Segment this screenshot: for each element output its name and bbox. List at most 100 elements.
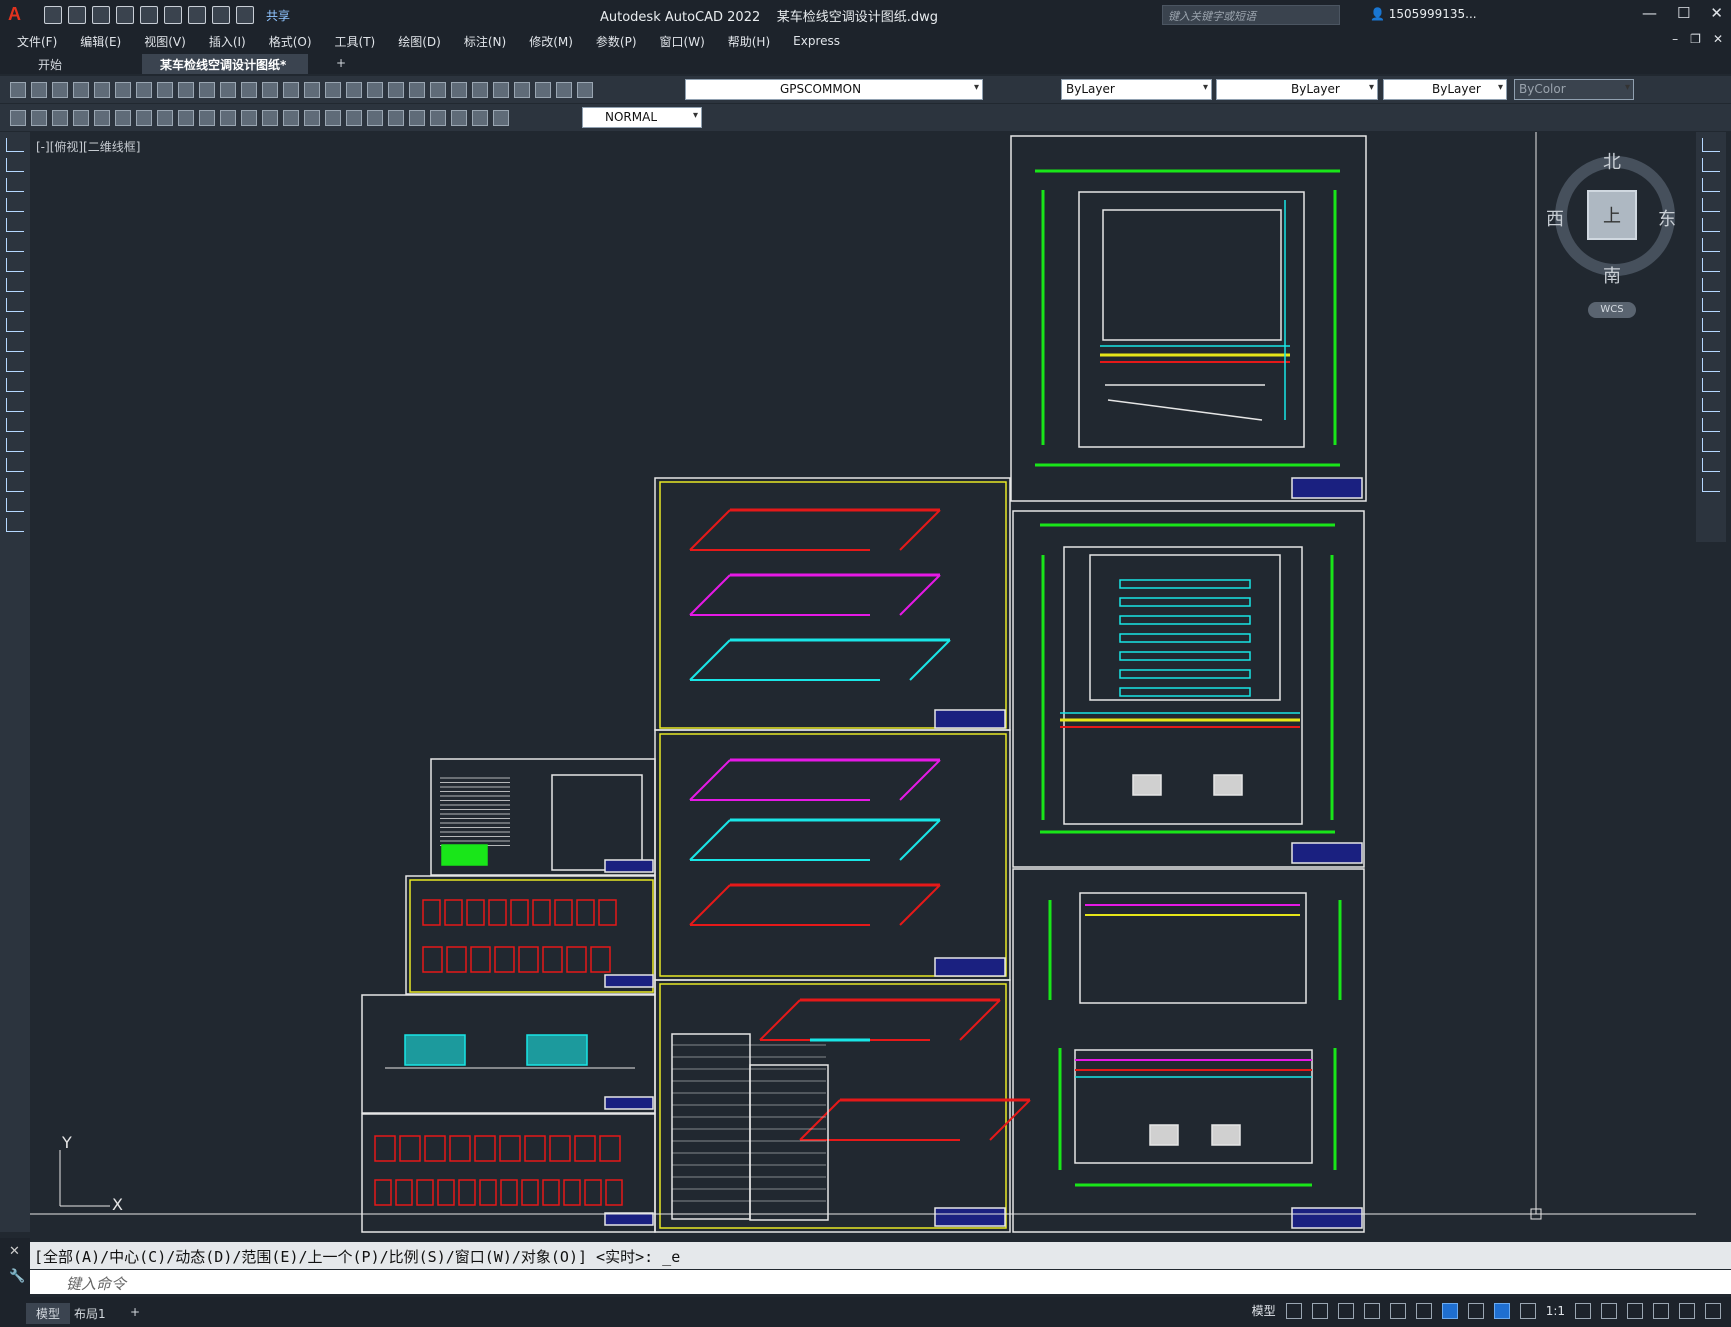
modify-palette-icon-5[interactable]: [1702, 238, 1720, 252]
standard-tool-icon-26[interactable]: [556, 81, 572, 98]
draw-tool-icon-18[interactable]: [388, 109, 404, 126]
linetype-dropdown[interactable]: ByLayer ▾: [1216, 79, 1378, 100]
ortho-icon[interactable]: [1337, 1302, 1354, 1319]
draw-palette-icon-19[interactable]: [6, 518, 24, 532]
modify-palette-icon-4[interactable]: [1702, 218, 1720, 232]
draw-palette-icon-5[interactable]: [6, 238, 24, 252]
standard-tool-icon-8[interactable]: [178, 81, 194, 98]
osnap-track-icon[interactable]: [1389, 1302, 1406, 1319]
draw-palette-icon-16[interactable]: [6, 458, 24, 472]
user-account[interactable]: 👤 1505999135...: [1370, 7, 1477, 21]
draw-palette-icon-2[interactable]: [6, 178, 24, 192]
modify-palette-icon-9[interactable]: [1702, 318, 1720, 332]
modify-palette-icon-1[interactable]: [1702, 158, 1720, 172]
close-command-icon[interactable]: ✕: [9, 1244, 30, 1259]
doc-minimize-icon[interactable]: –: [1672, 32, 1678, 46]
standard-tool-icon-18[interactable]: [388, 81, 404, 98]
standard-tool-icon-10[interactable]: [220, 81, 236, 98]
draw-tool-icon-1[interactable]: [31, 109, 47, 126]
standard-tool-icon-5[interactable]: [115, 81, 131, 98]
tab-start[interactable]: 开始: [20, 54, 80, 74]
plotstyle-dropdown[interactable]: ByColor ▾: [1514, 79, 1634, 100]
annotation-monitor-icon[interactable]: [1601, 1302, 1617, 1319]
snap-icon[interactable]: [1311, 1302, 1328, 1319]
modify-palette-icon-16[interactable]: [1702, 458, 1720, 472]
draw-palette-icon-11[interactable]: [6, 358, 24, 372]
draw-palette-icon-8[interactable]: [6, 298, 24, 312]
draw-tool-icon-4[interactable]: [94, 109, 110, 126]
draw-tool-icon-17[interactable]: [367, 109, 383, 126]
customize-icon[interactable]: 🔧: [9, 1269, 30, 1284]
isolate-icon[interactable]: [1653, 1302, 1669, 1319]
open-icon[interactable]: [68, 6, 86, 24]
standard-tool-icon-12[interactable]: [262, 81, 278, 98]
new-tab-icon[interactable]: +: [318, 54, 364, 74]
standard-tool-icon-7[interactable]: [157, 81, 173, 98]
customize-status-icon[interactable]: [1705, 1302, 1721, 1319]
modify-palette-icon-17[interactable]: [1702, 478, 1720, 492]
layer-dropdown[interactable]: GPSCOMMON ▾: [685, 79, 983, 100]
compass-east[interactable]: 东: [1658, 205, 1676, 231]
draw-tool-icon-2[interactable]: [52, 109, 68, 126]
doc-close-icon[interactable]: ✕: [1713, 32, 1723, 46]
draw-tool-icon-3[interactable]: [73, 109, 89, 126]
standard-tool-icon-1[interactable]: [31, 81, 47, 98]
doc-restore-icon[interactable]: ❐: [1690, 32, 1701, 46]
draw-palette-icon-4[interactable]: [6, 218, 24, 232]
tab-document[interactable]: 某车检线空调设计图纸* ✕: [142, 54, 308, 87]
compass-west[interactable]: 西: [1546, 205, 1564, 231]
modify-palette-icon-15[interactable]: [1702, 438, 1720, 452]
draw-palette-icon-10[interactable]: [6, 338, 24, 352]
isodraft-icon[interactable]: [1415, 1302, 1432, 1319]
save-as-icon[interactable]: [116, 6, 134, 24]
standard-tool-icon-6[interactable]: [136, 81, 152, 98]
menu-item-2[interactable]: 视图(V): [144, 33, 186, 50]
draw-tool-icon-8[interactable]: [178, 109, 194, 126]
menu-item-6[interactable]: 绘图(D): [398, 33, 441, 50]
modify-palette-icon-10[interactable]: [1702, 338, 1720, 352]
draw-palette-icon-0[interactable]: [6, 138, 24, 152]
standard-tool-icon-2[interactable]: [52, 81, 68, 98]
draw-palette-icon-15[interactable]: [6, 438, 24, 452]
draw-tool-icon-6[interactable]: [136, 109, 152, 126]
menu-item-10[interactable]: 窗口(W): [660, 33, 705, 50]
modify-palette-icon-3[interactable]: [1702, 198, 1720, 212]
draw-tool-icon-12[interactable]: [262, 109, 278, 126]
modify-palette-icon-12[interactable]: [1702, 378, 1720, 392]
draw-tool-icon-20[interactable]: [430, 109, 446, 126]
draw-tool-icon-22[interactable]: [472, 109, 488, 126]
draw-tool-icon-15[interactable]: [325, 109, 341, 126]
menu-item-1[interactable]: 编辑(E): [80, 33, 121, 50]
new-icon[interactable]: [44, 6, 62, 24]
draw-palette-icon-14[interactable]: [6, 418, 24, 432]
draw-tool-icon-7[interactable]: [157, 109, 173, 126]
color-dropdown[interactable]: ByLayer ▾: [1061, 79, 1212, 100]
draw-tool-icon-9[interactable]: [199, 109, 215, 126]
polar-icon[interactable]: [1363, 1302, 1380, 1319]
draw-palette-icon-12[interactable]: [6, 378, 24, 392]
model-space-label[interactable]: 模型: [1252, 1302, 1276, 1319]
units-icon[interactable]: [1627, 1302, 1643, 1319]
standard-tool-icon-3[interactable]: [73, 81, 89, 98]
draw-tool-icon-14[interactable]: [304, 109, 320, 126]
viewport-controls[interactable]: [-][俯视][二维线框]: [36, 138, 140, 155]
draw-tool-icon-11[interactable]: [241, 109, 257, 126]
search-input[interactable]: 键入关键字或短语: [1162, 5, 1340, 25]
viewcube-top-face[interactable]: 上: [1587, 190, 1637, 240]
menu-item-12[interactable]: Express: [793, 34, 840, 48]
fullscreen-icon[interactable]: [1679, 1302, 1695, 1319]
share-button[interactable]: 共享: [266, 7, 290, 24]
draw-palette-icon-6[interactable]: [6, 258, 24, 272]
menu-item-3[interactable]: 插入(I): [209, 33, 246, 50]
draw-palette-icon-18[interactable]: [6, 498, 24, 512]
drawing-canvas[interactable]: [-][俯视][二维线框] YX: [30, 132, 1696, 1234]
standard-tool-icon-14[interactable]: [304, 81, 320, 98]
grid-icon[interactable]: [1285, 1302, 1302, 1319]
object-snap-icon[interactable]: [1441, 1302, 1458, 1319]
draw-tool-icon-16[interactable]: [346, 109, 362, 126]
standard-tool-icon-4[interactable]: [94, 81, 110, 98]
auto-scale-icon[interactable]: [1519, 1302, 1536, 1319]
modify-palette-icon-13[interactable]: [1702, 398, 1720, 412]
modify-palette-icon-14[interactable]: [1702, 418, 1720, 432]
standard-tool-icon-11[interactable]: [241, 81, 257, 98]
